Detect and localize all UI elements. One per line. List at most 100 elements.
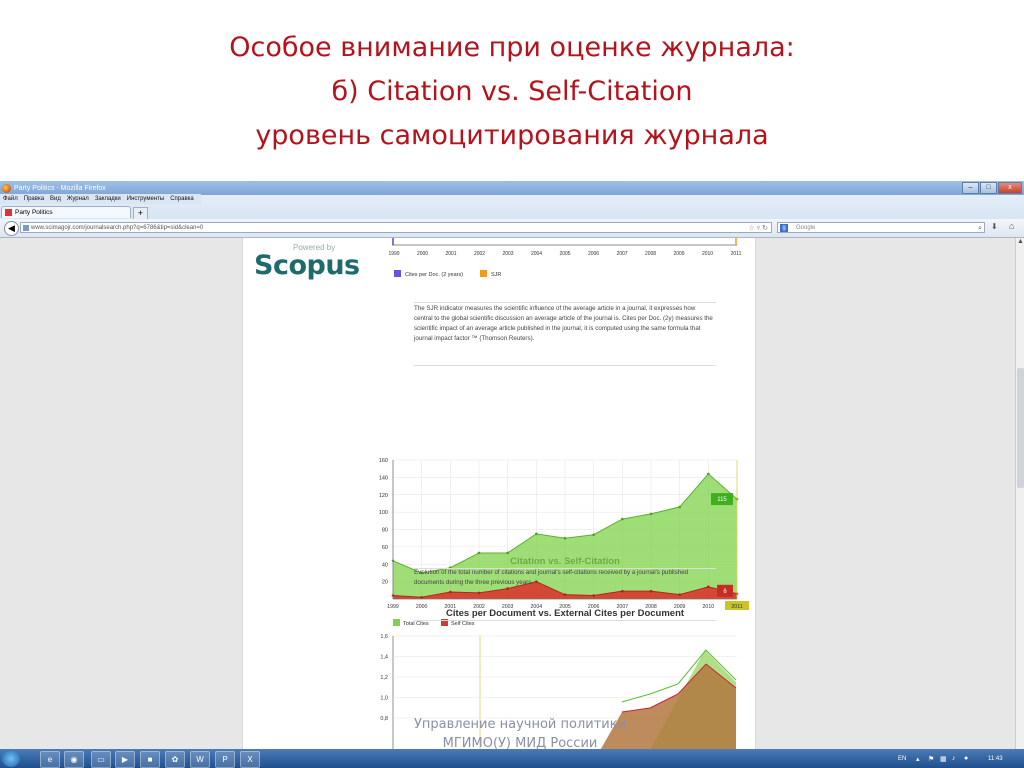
top-year-label: 2010	[702, 251, 713, 257]
google-icon: g	[780, 224, 788, 232]
tray-arrow-icon[interactable]: ▴	[916, 755, 920, 763]
close-button[interactable]: x	[998, 182, 1022, 194]
top-year-label: 1999	[388, 251, 399, 257]
taskbar-excel-icon[interactable]: X	[240, 751, 260, 768]
taskbar-powerpoint-icon[interactable]: P	[215, 751, 235, 768]
slide-title-line3: уровень самоцитирования журнала	[255, 120, 769, 151]
data-point	[678, 505, 681, 509]
browser-window: Party Politics - Mozilla Firefox – □ x Ф…	[0, 181, 1024, 768]
slide-title-line2: б) Citation vs. Self-Citation	[331, 76, 693, 107]
taskbar-ie-icon[interactable]: e	[40, 751, 60, 768]
tray-app-icon[interactable]: ●	[964, 755, 968, 762]
divider	[414, 302, 716, 303]
scrollbar-thumb[interactable]	[1017, 368, 1024, 488]
data-point	[563, 593, 567, 596]
data-point	[621, 517, 624, 521]
data-point	[592, 533, 595, 537]
footer-line1: Управление научной политики	[413, 717, 627, 732]
top-year-label: 2003	[502, 251, 513, 257]
y-tick-label: 60	[382, 545, 388, 551]
chart2-y-tick-label: 1,6	[380, 634, 388, 640]
menu-bookmarks[interactable]: Закладки	[92, 194, 124, 204]
tab-party-politics[interactable]: Party Politics	[1, 206, 131, 218]
menu-bar: Файл Правка Вид Журнал Закладки Инструме…	[0, 194, 201, 204]
data-point	[535, 532, 538, 536]
top-year-label: 2008	[645, 251, 656, 257]
sjr-description: The SJR indicator measures the scientifi…	[414, 305, 713, 342]
data-point	[621, 589, 624, 593]
start-button[interactable]	[2, 750, 20, 767]
menu-tools[interactable]: Инструменты	[124, 194, 167, 204]
slide-title: Особое внимание при оценке журнала: б) C…	[0, 26, 1024, 158]
window-controls: – □ x	[962, 182, 1022, 194]
taskbar-folder-icon[interactable]: ■	[140, 751, 160, 768]
volume-icon[interactable]: ♪	[952, 755, 956, 762]
site-identity-icon	[23, 225, 29, 231]
chart2-y-tick-label: 1,0	[380, 696, 388, 702]
network-icon[interactable]: ▦	[940, 755, 947, 763]
y-tick-label: 80	[382, 528, 388, 534]
search-icon[interactable]: ⌕	[978, 223, 982, 234]
legend-swatch	[393, 619, 400, 626]
back-button[interactable]: ◀	[4, 221, 19, 236]
legend-label: Self Cites	[451, 621, 475, 627]
divider	[414, 365, 716, 366]
top-chart-fragment: 1999 2000 2001 2002 2003 2004 2005 2006 2007 2008…	[388, 238, 742, 278]
scopus-logo[interactable]: Scopus	[254, 250, 360, 281]
taskbar-media-icon[interactable]: ▶	[115, 751, 135, 768]
menu-view[interactable]: Вид	[47, 194, 64, 204]
reload-icon[interactable]: ☆ ▿ ↻	[748, 223, 768, 234]
y-tick-label: 100	[379, 510, 388, 516]
top-year-label: 2004	[531, 251, 542, 257]
maximize-button[interactable]: □	[980, 182, 997, 194]
top-year-label: 2009	[673, 251, 684, 257]
top-year-label: 2011	[731, 251, 742, 257]
menu-history[interactable]: Журнал	[64, 194, 92, 204]
vertical-scrollbar[interactable]: ▲ ▼	[1015, 238, 1024, 768]
search-bar[interactable]: g Google ⌕	[777, 222, 985, 233]
data-point	[477, 551, 481, 555]
x-tick-label: 2011	[731, 604, 742, 610]
top-year-label: 2007	[616, 251, 627, 257]
top-year-labels: 1999 2000 2001 2002 2003 2004 2005 2006 2007 2008…	[388, 251, 741, 257]
slide-title-line1: Особое внимание при оценке журнала:	[229, 32, 795, 63]
taskbar-explorer-icon[interactable]: ▭	[91, 751, 111, 768]
y-tick-label: 20	[382, 580, 388, 586]
data-point	[649, 589, 653, 593]
y-tick-label: 160	[379, 458, 388, 464]
taskbar-firefox-icon[interactable]: ◉	[64, 751, 84, 768]
scroll-up-icon[interactable]: ▲	[1017, 238, 1024, 245]
favicon-icon	[5, 209, 12, 216]
menu-file[interactable]: Файл	[0, 194, 21, 204]
footer-line2: МГИМО(У) МИД России	[442, 736, 598, 751]
downloads-icon[interactable]: ⬇	[991, 222, 998, 231]
home-icon[interactable]: ⌂	[1009, 221, 1014, 231]
flag-icon[interactable]: ⚑	[928, 755, 934, 763]
data-point	[678, 593, 681, 596]
menu-edit[interactable]: Правка	[21, 194, 47, 204]
y-tick-label: 40	[382, 562, 388, 568]
firefox-icon	[2, 183, 11, 193]
taskbar-app-icon[interactable]: ✿	[165, 751, 185, 768]
y-tick-label: 140	[379, 475, 388, 481]
clock[interactable]: 11:43	[988, 756, 1003, 762]
menu-help[interactable]: Справка	[167, 194, 197, 204]
slide-footer: Управление научной политики МГИМО(У) МИД…	[400, 715, 640, 753]
page-viewport: Powered by Scopus 1999 2000 2001 2002 2003 20…	[0, 238, 1024, 768]
chart1-description: Evolution of the total number of citatio…	[414, 569, 689, 586]
data-point	[420, 595, 423, 599]
url-text: www.scimagojr.com/journalsearch.php?q=67…	[31, 225, 204, 231]
y-tick-label: 120	[379, 493, 388, 499]
legend-label: Total Cites	[403, 621, 429, 627]
search-placeholder: Google	[796, 225, 816, 231]
minimize-button[interactable]: –	[962, 182, 979, 194]
url-bar[interactable]: www.scimagojr.com/journalsearch.php?q=67…	[20, 222, 772, 233]
chart2-y-tick-label: 1,4	[380, 655, 388, 661]
window-title-text: Party Politics - Mozilla Firefox	[14, 184, 106, 192]
chart2-y-tick-label: 0,8	[380, 716, 388, 722]
top-year-label: 2001	[445, 251, 456, 257]
x-tick-label: 1999	[387, 604, 399, 610]
taskbar-word-icon[interactable]: W	[190, 751, 210, 768]
language-indicator[interactable]: EN	[898, 756, 906, 762]
data-point	[477, 591, 481, 595]
